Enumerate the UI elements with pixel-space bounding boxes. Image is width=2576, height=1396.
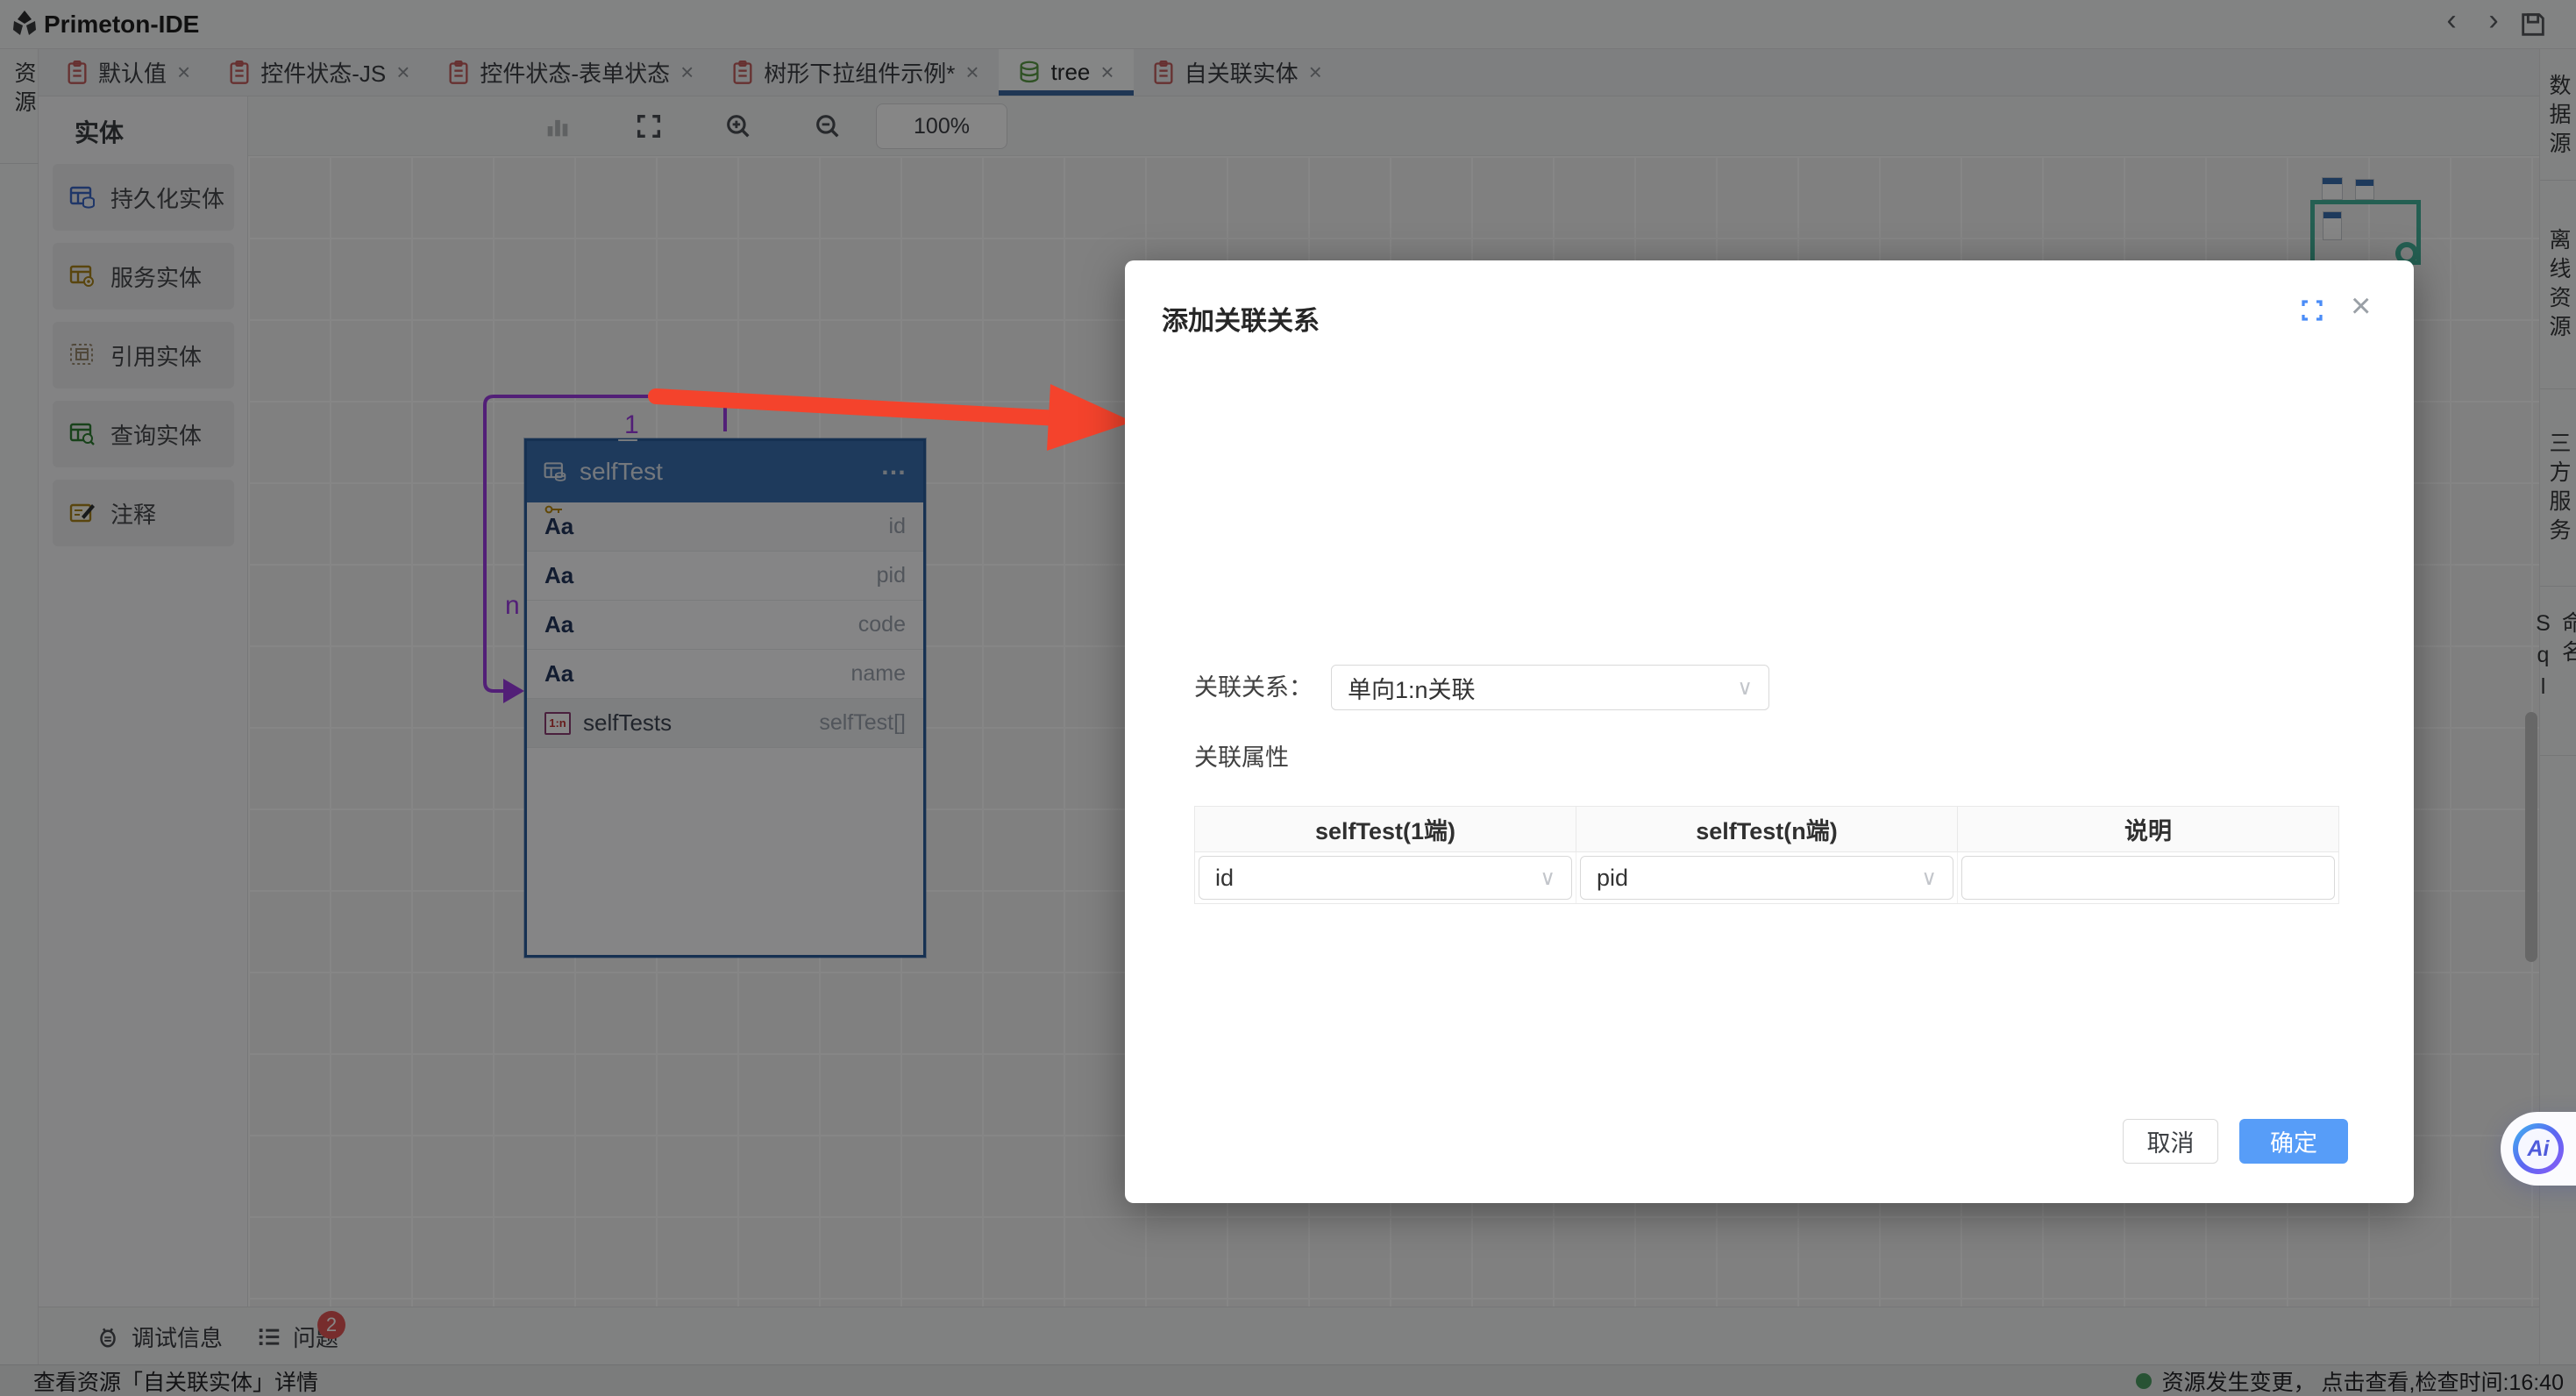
one-end-field-select[interactable]: id ∨	[1199, 856, 1572, 900]
chevron-down-icon: ∨	[1921, 865, 1937, 891]
table-cell: pid ∨	[1576, 852, 1958, 903]
n-end-field-value: pid	[1597, 865, 1628, 892]
table-row: id ∨ pid ∨	[1195, 852, 2338, 903]
n-end-field-select[interactable]: pid ∨	[1580, 856, 1953, 900]
table-cell: id ∨	[1195, 852, 1576, 903]
relation-attributes-label: 关联属性	[1194, 738, 1289, 773]
relation-attributes-table: selfTest(1端) selfTest(n端) 说明 id ∨ pid ∨	[1194, 806, 2339, 904]
relation-type-label: 关联关系：	[1194, 665, 1313, 710]
confirm-button[interactable]: 确定	[2239, 1119, 2348, 1164]
description-input[interactable]	[1961, 856, 2335, 900]
table-header-row: selfTest(1端) selfTest(n端) 说明	[1195, 807, 2338, 852]
dialog-fullscreen-icon[interactable]	[2299, 297, 2325, 324]
chevron-down-icon: ∨	[1540, 865, 1555, 891]
table-header-cell: selfTest(1端)	[1195, 807, 1576, 851]
table-header-cell: 说明	[1958, 807, 2338, 851]
ai-ring: Ai	[2513, 1123, 2564, 1174]
dialog-title: 添加关联关系	[1162, 299, 1320, 338]
ai-icon: Ai	[2518, 1129, 2558, 1169]
table-cell	[1958, 852, 2338, 903]
application-window: Primeton-IDE ‹ › 默认值 × 控件状态-JS × 控件状态-表单…	[0, 0, 2576, 1396]
table-header-cell: selfTest(n端)	[1576, 807, 1958, 851]
chevron-down-icon: ∨	[1737, 675, 1753, 701]
cancel-button[interactable]: 取消	[2123, 1119, 2218, 1164]
one-end-field-value: id	[1215, 865, 1234, 892]
relation-type-value: 单向1:n关联	[1348, 671, 1476, 705]
dialog-close-icon[interactable]: ×	[2351, 287, 2371, 326]
add-relation-dialog: 添加关联关系 × 关联关系： 单向1:n关联 ∨ 关联属性 selfTest(1…	[1125, 260, 2414, 1203]
relation-type-select[interactable]: 单向1:n关联 ∨	[1331, 665, 1769, 710]
ai-assistant-button[interactable]: Ai	[2501, 1112, 2576, 1186]
